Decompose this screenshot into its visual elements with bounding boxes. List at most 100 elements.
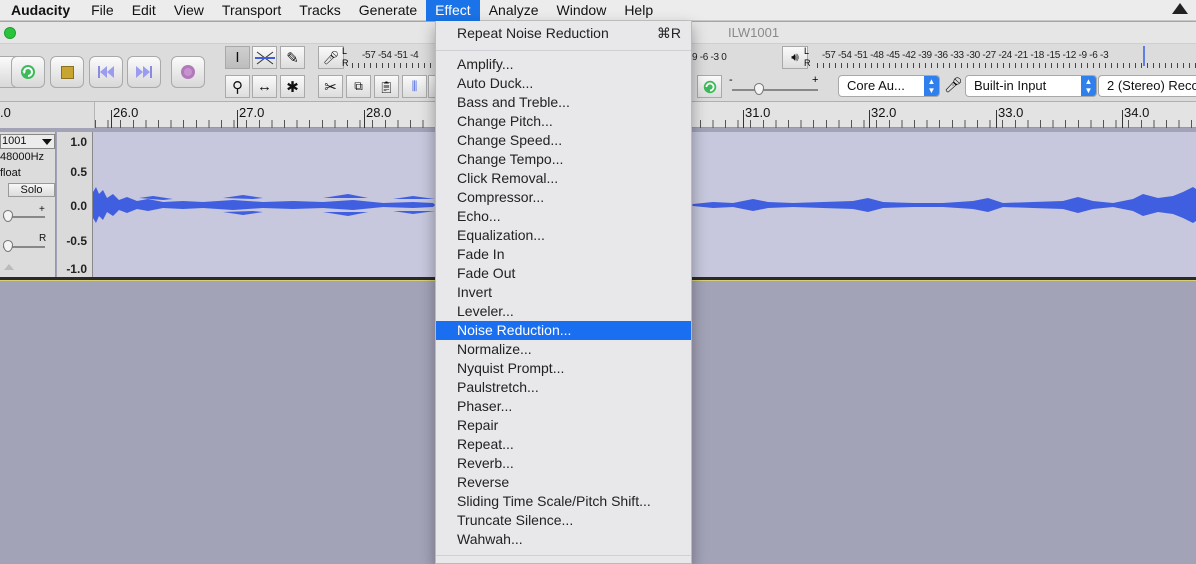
menu-view[interactable]: View (165, 0, 213, 21)
record-meter[interactable]: -57 -54 -51 -4 (352, 50, 434, 68)
record-meter-l: L (342, 46, 348, 56)
menu-item-fade-in[interactable]: Fade In (436, 245, 691, 264)
menu-item-nyquist-prompt[interactable]: Nyquist Prompt... (436, 359, 691, 378)
menu-transport[interactable]: Transport (213, 0, 290, 21)
multi-tool[interactable]: ✱ (280, 75, 305, 98)
trim-icon: ⫼ (411, 79, 418, 93)
menu-item-echo[interactable]: Echo... (436, 207, 691, 226)
menu-help[interactable]: Help (615, 0, 662, 21)
menu-item-auto-duck[interactable]: Auto Duck... (436, 74, 691, 93)
speaker-icon: 🔊︎ (791, 50, 799, 64)
cursor-i-icon: I (235, 49, 240, 66)
menu-item-paulstretch[interactable]: Paulstretch... (436, 378, 691, 397)
menu-effect[interactable]: Effect (426, 0, 480, 21)
loop-icon (21, 65, 35, 79)
input-device-value: Built-in Input (974, 78, 1047, 93)
host-select[interactable]: Core Au... ▲ ▼ (838, 75, 940, 97)
effect-menu-dropdown: Repeat Noise Reduction ⌘R Amplify... Aut… (435, 21, 692, 564)
menu-item-invert[interactable]: Invert (436, 283, 691, 302)
menu-edit[interactable]: Edit (123, 0, 165, 21)
timeshift-tool[interactable]: ↔ (252, 75, 277, 98)
menu-item-fade-out[interactable]: Fade Out (436, 264, 691, 283)
playback-meter-l: L (804, 46, 810, 56)
track-name-menu[interactable]: 1001 (0, 134, 55, 149)
copy-button[interactable]: ⧉ (346, 75, 371, 98)
window-title: ILW1001 (728, 25, 780, 40)
solo-button[interactable]: Solo (8, 183, 55, 197)
record-meter-r: R (342, 58, 349, 68)
scale-label: -1.0 (66, 262, 87, 276)
menu-item-repeat-noise-reduction[interactable]: Repeat Noise Reduction ⌘R (436, 24, 691, 43)
menu-item-change-pitch[interactable]: Change Pitch... (436, 112, 691, 131)
microphone-icon: 🎤︎ (322, 49, 340, 65)
menu-file[interactable]: File (82, 0, 123, 21)
updown-icon: ▲ ▼ (1081, 76, 1096, 96)
draw-tool[interactable]: ✎ (280, 46, 305, 69)
menu-item-wahwah[interactable]: Wahwah... (436, 530, 691, 549)
menu-item-reverb[interactable]: Reverb... (436, 454, 691, 473)
menu-item-truncate-silence[interactable]: Truncate Silence... (436, 511, 691, 530)
scale-label: -0.5 (66, 234, 87, 248)
channels-select[interactable]: 2 (Stereo) Reco (1098, 75, 1196, 97)
menu-item-repeat[interactable]: Repeat... (436, 435, 691, 454)
menu-app[interactable]: Audacity (0, 0, 82, 21)
menu-separator (436, 50, 691, 51)
menu-item-click-removal[interactable]: Click Removal... (436, 169, 691, 188)
menu-item-change-tempo[interactable]: Change Tempo... (436, 150, 691, 169)
menu-item-equalization[interactable]: Equalization... (436, 226, 691, 245)
scale-label: 0.0 (70, 199, 87, 213)
amplitude-scale[interactable]: 1.0 0.5 0.0 -0.5 -1.0 (57, 132, 93, 278)
menu-item-leveler[interactable]: Leveler... (436, 302, 691, 321)
loop-play-button[interactable] (11, 56, 45, 88)
menu-item-change-speed[interactable]: Change Speed... (436, 131, 691, 150)
speed-slider-knob[interactable] (754, 83, 764, 95)
dropdown-arrow-icon (42, 139, 52, 145)
menu-item-normalize[interactable]: Normalize... (436, 340, 691, 359)
menu-item-reverse[interactable]: Reverse (436, 473, 691, 492)
pan-slider-knob[interactable] (3, 240, 13, 252)
collapse-track-icon[interactable] (3, 262, 14, 270)
trim-button[interactable]: ⫼ (402, 75, 427, 98)
track-control-panel: 1001 48000Hz float Solo + R (0, 132, 56, 278)
record-button[interactable] (171, 56, 205, 88)
menu-generate[interactable]: Generate (350, 0, 426, 21)
menu-item-sliding-time-scale[interactable]: Sliding Time Scale/Pitch Shift... (436, 492, 691, 511)
speed-slider[interactable] (732, 83, 818, 95)
envelope-tool[interactable] (252, 46, 277, 69)
menu-item-phaser[interactable]: Phaser... (436, 397, 691, 416)
zoom-tool[interactable]: ⚲ (225, 75, 250, 98)
menu-item-label: Repeat Noise Reduction (457, 25, 609, 41)
selection-tool[interactable]: I (225, 46, 250, 69)
double-arrow-icon: ↔ (257, 78, 272, 95)
cut-button[interactable]: ✂ (318, 75, 343, 98)
playback-meter[interactable]: -57 -54 -51 -48 -45 -42 -39 -36 -33 -30 … (817, 50, 1196, 68)
pan-slider[interactable] (3, 240, 45, 252)
menu-item-compressor[interactable]: Compressor... (436, 188, 691, 207)
playback-meter-ticks (817, 63, 1196, 68)
menu-window[interactable]: Window (548, 0, 616, 21)
menu-item-shortcut: ⌘R (656, 25, 681, 41)
skip-end-button[interactable] (127, 56, 161, 88)
envelope-icon (254, 51, 275, 64)
eject-icon[interactable] (1172, 3, 1188, 14)
record-meter-button[interactable]: 🎤︎ (318, 46, 344, 69)
menu-item-noise-reduction[interactable]: Noise Reduction... (436, 321, 691, 340)
zoom-window-button[interactable] (4, 27, 16, 39)
stop-button[interactable] (50, 56, 84, 88)
menu-tracks[interactable]: Tracks (290, 0, 349, 21)
play-at-speed-button[interactable] (697, 75, 722, 98)
menu-item-repair[interactable]: Repair (436, 416, 691, 435)
gain-slider-knob[interactable] (3, 210, 13, 222)
track-format: float (0, 167, 21, 179)
channels-value: 2 (Stereo) Reco (1107, 78, 1196, 93)
gain-slider[interactable] (3, 210, 45, 222)
ruler-major-tick (111, 110, 112, 128)
paste-button[interactable]: 📋︎ (374, 75, 399, 98)
speed-min-label: - (729, 74, 733, 86)
input-device-select[interactable]: Built-in Input ▲ ▼ (965, 75, 1097, 97)
menu-item-bass-and-treble[interactable]: Bass and Treble... (436, 93, 691, 112)
skip-start-button[interactable] (89, 56, 123, 88)
menu-item-amplify[interactable]: Amplify... (436, 55, 691, 74)
scale-label: 1.0 (70, 135, 87, 149)
menu-analyze[interactable]: Analyze (480, 0, 548, 21)
